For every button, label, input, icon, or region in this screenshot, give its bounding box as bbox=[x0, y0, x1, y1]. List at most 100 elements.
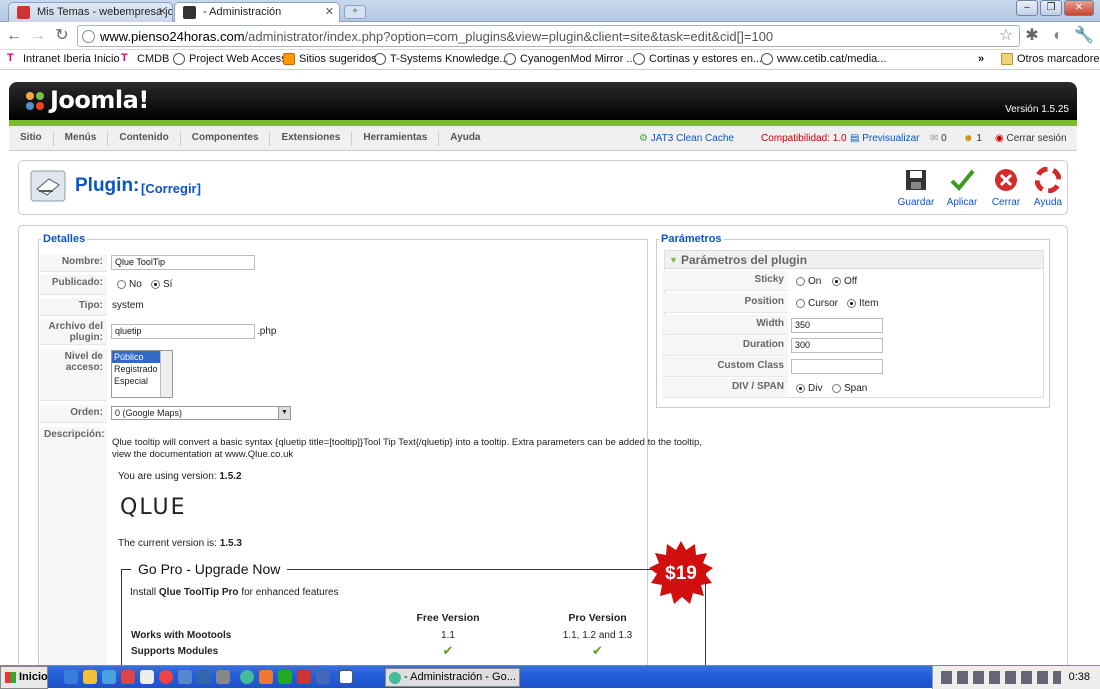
free-modules-check-icon: ✔ bbox=[442, 643, 454, 658]
start-button[interactable]: Inicio bbox=[0, 666, 48, 689]
forward-arrow-icon[interactable]: → bbox=[28, 26, 48, 46]
chrome-quicklaunch-icon[interactable] bbox=[240, 670, 254, 684]
preview-link[interactable]: ▤ Previsualizar bbox=[850, 133, 919, 144]
bookmark-cetib[interactable]: www.cetib.cat/media... bbox=[761, 53, 886, 65]
span-radio[interactable]: Span bbox=[832, 383, 867, 394]
published-no-radio[interactable]: No bbox=[117, 279, 142, 290]
quicklaunch-icon[interactable] bbox=[102, 670, 116, 684]
navigation-bar: ← → ↻ www.pienso24horas.com/administrato… bbox=[0, 22, 1100, 50]
close-window-button[interactable]: ✕ bbox=[1064, 0, 1094, 16]
tab-administracion[interactable]: - Administración ✕ bbox=[174, 2, 340, 22]
order-select[interactable]: 0 (Google Maps) ▼ bbox=[111, 406, 291, 420]
plugin-params-header[interactable]: ▼ Parámetros del plugin bbox=[664, 250, 1044, 269]
bookmark-sitios-sugeridos[interactable]: Sitios sugeridos bbox=[283, 53, 377, 65]
check-icon bbox=[950, 169, 975, 191]
quicklaunch-icon[interactable] bbox=[178, 670, 192, 684]
access-label: Nivel de acceso: bbox=[40, 349, 107, 401]
menu-contenido[interactable]: Contenido bbox=[108, 131, 181, 146]
messages-count[interactable]: ✉ 0 bbox=[930, 133, 947, 144]
apply-button[interactable]: Aplicar bbox=[940, 167, 984, 208]
quicklaunch-icon[interactable] bbox=[216, 670, 230, 684]
quicklaunch-icon[interactable] bbox=[278, 670, 292, 684]
published-label: Publicado: bbox=[40, 275, 107, 295]
close-button[interactable]: Cerrar bbox=[984, 167, 1028, 208]
url-domain: www.pienso24horas.com bbox=[100, 29, 245, 44]
tab-title: - Administración bbox=[203, 6, 282, 18]
ie-quicklaunch-icon[interactable] bbox=[64, 670, 78, 684]
maximize-button[interactable]: ❐ bbox=[1040, 0, 1062, 16]
bookmark-cortinas[interactable]: Cortinas y estores en... bbox=[633, 53, 762, 65]
tab-mis-temas[interactable]: Mis Temas - webempresa joom ✕ bbox=[8, 2, 173, 22]
menu-extensiones[interactable]: Extensiones bbox=[270, 131, 353, 146]
bookmark-cmdb[interactable]: T CMDB bbox=[121, 52, 169, 65]
save-button[interactable]: Guardar bbox=[894, 167, 938, 208]
price-badge[interactable]: $19 bbox=[649, 541, 713, 605]
bookmark-intranet[interactable]: T Intranet Iberia Inicio bbox=[7, 52, 120, 65]
back-arrow-icon[interactable]: ← bbox=[4, 26, 24, 46]
menu-menus[interactable]: Menús bbox=[54, 131, 109, 146]
access-level-list[interactable]: Público Registrado Especial bbox=[111, 350, 173, 398]
joomla-version: Versión 1.5.25 bbox=[1005, 104, 1069, 115]
width-input[interactable]: 350 bbox=[791, 318, 883, 333]
help-button[interactable]: Ayuda bbox=[1026, 167, 1070, 208]
list-scrollbar[interactable] bbox=[160, 351, 172, 397]
users-icon: ☻ bbox=[963, 133, 977, 144]
close-tab-icon[interactable]: ✕ bbox=[158, 5, 167, 18]
page-menu-icon[interactable]: ◐ bbox=[1048, 26, 1068, 46]
quicklaunch-icon[interactable] bbox=[197, 670, 211, 684]
menu-ayuda[interactable]: Ayuda bbox=[439, 132, 491, 146]
word-quicklaunch-icon[interactable] bbox=[339, 670, 353, 684]
menu-herramientas[interactable]: Herramientas bbox=[352, 131, 440, 146]
quicklaunch-icon[interactable] bbox=[140, 670, 154, 684]
close-tab-icon[interactable]: ✕ bbox=[325, 5, 334, 18]
tray-icons[interactable] bbox=[941, 671, 1061, 684]
users-online-count[interactable]: ☻ 1 bbox=[963, 133, 982, 144]
other-bookmarks[interactable]: Otros marcadores bbox=[1001, 53, 1100, 65]
telekom-icon: T bbox=[121, 52, 128, 64]
triangle-down-icon: ▼ bbox=[669, 255, 678, 265]
page-toolbar: Plugin: [Corregir] Guardar Aplicar Cerra… bbox=[18, 160, 1068, 215]
name-input[interactable]: Qlue ToolTip bbox=[111, 255, 255, 270]
bookmarks-bar: T Intranet Iberia Inicio T CMDB Project We… bbox=[0, 50, 1100, 70]
file-input[interactable]: qluetip bbox=[111, 324, 255, 339]
col-free-header: Free Version bbox=[416, 612, 480, 624]
duration-input[interactable]: 300 bbox=[791, 338, 883, 353]
bookmark-star-icon[interactable]: ☆ bbox=[996, 26, 1016, 46]
cache-icon: ⚙ bbox=[639, 133, 651, 144]
sticky-off-radio[interactable]: Off bbox=[832, 276, 857, 287]
url-path: /administrator/index.php?option=com_plug… bbox=[244, 29, 774, 44]
quicklaunch-icon[interactable] bbox=[159, 670, 173, 684]
custom-class-input[interactable] bbox=[791, 359, 883, 374]
div-radio[interactable]: Div bbox=[796, 383, 822, 394]
taskbar-item-chrome[interactable]: - Administración - Go... bbox=[385, 668, 520, 687]
suggested-sites-icon bbox=[283, 53, 295, 65]
published-yes-radio[interactable]: Sí bbox=[151, 279, 172, 290]
firefox-quicklaunch-icon[interactable] bbox=[259, 670, 273, 684]
jat3-clean-cache-link[interactable]: ⚙ JAT3 Clean Cache bbox=[639, 133, 734, 144]
bookmark-project-web-access[interactable]: Project Web Access bbox=[173, 53, 287, 65]
extension-bug-icon[interactable]: ✱ bbox=[1022, 26, 1042, 46]
bookmark-cyanogenmod[interactable]: CyanogenMod Mirror ... bbox=[504, 53, 636, 65]
quicklaunch-icon[interactable] bbox=[83, 670, 97, 684]
sticky-on-radio[interactable]: On bbox=[796, 276, 821, 287]
new-tab-button[interactable]: + bbox=[344, 5, 366, 19]
quicklaunch-icon[interactable] bbox=[121, 670, 135, 684]
wrench-icon[interactable]: 🔧 bbox=[1074, 26, 1094, 46]
address-bar[interactable]: www.pienso24horas.com/administrator/inde… bbox=[77, 25, 1020, 47]
joomla-favicon-icon bbox=[183, 6, 196, 19]
qlue-logo: QLUE bbox=[120, 495, 187, 520]
name-label: Nombre: bbox=[40, 254, 107, 272]
radio-icon bbox=[796, 276, 805, 286]
quicklaunch-icon[interactable] bbox=[297, 670, 311, 684]
position-cursor-radio[interactable]: Cursor bbox=[796, 298, 838, 309]
quicklaunch-icon[interactable] bbox=[316, 670, 330, 684]
logout-link[interactable]: ◉ Cerrar sesión bbox=[995, 133, 1067, 144]
bookmark-t-systems[interactable]: T-Systems Knowledge... bbox=[374, 53, 509, 65]
reload-icon[interactable]: ↻ bbox=[52, 26, 72, 46]
menu-componentes[interactable]: Componentes bbox=[181, 131, 271, 146]
bookmarks-overflow[interactable]: » bbox=[978, 53, 984, 65]
sticky-label: Sticky bbox=[662, 271, 788, 291]
menu-sitio[interactable]: Sitio bbox=[9, 131, 54, 146]
minimize-button[interactable]: – bbox=[1016, 0, 1038, 16]
position-item-radio[interactable]: Item bbox=[847, 298, 878, 309]
